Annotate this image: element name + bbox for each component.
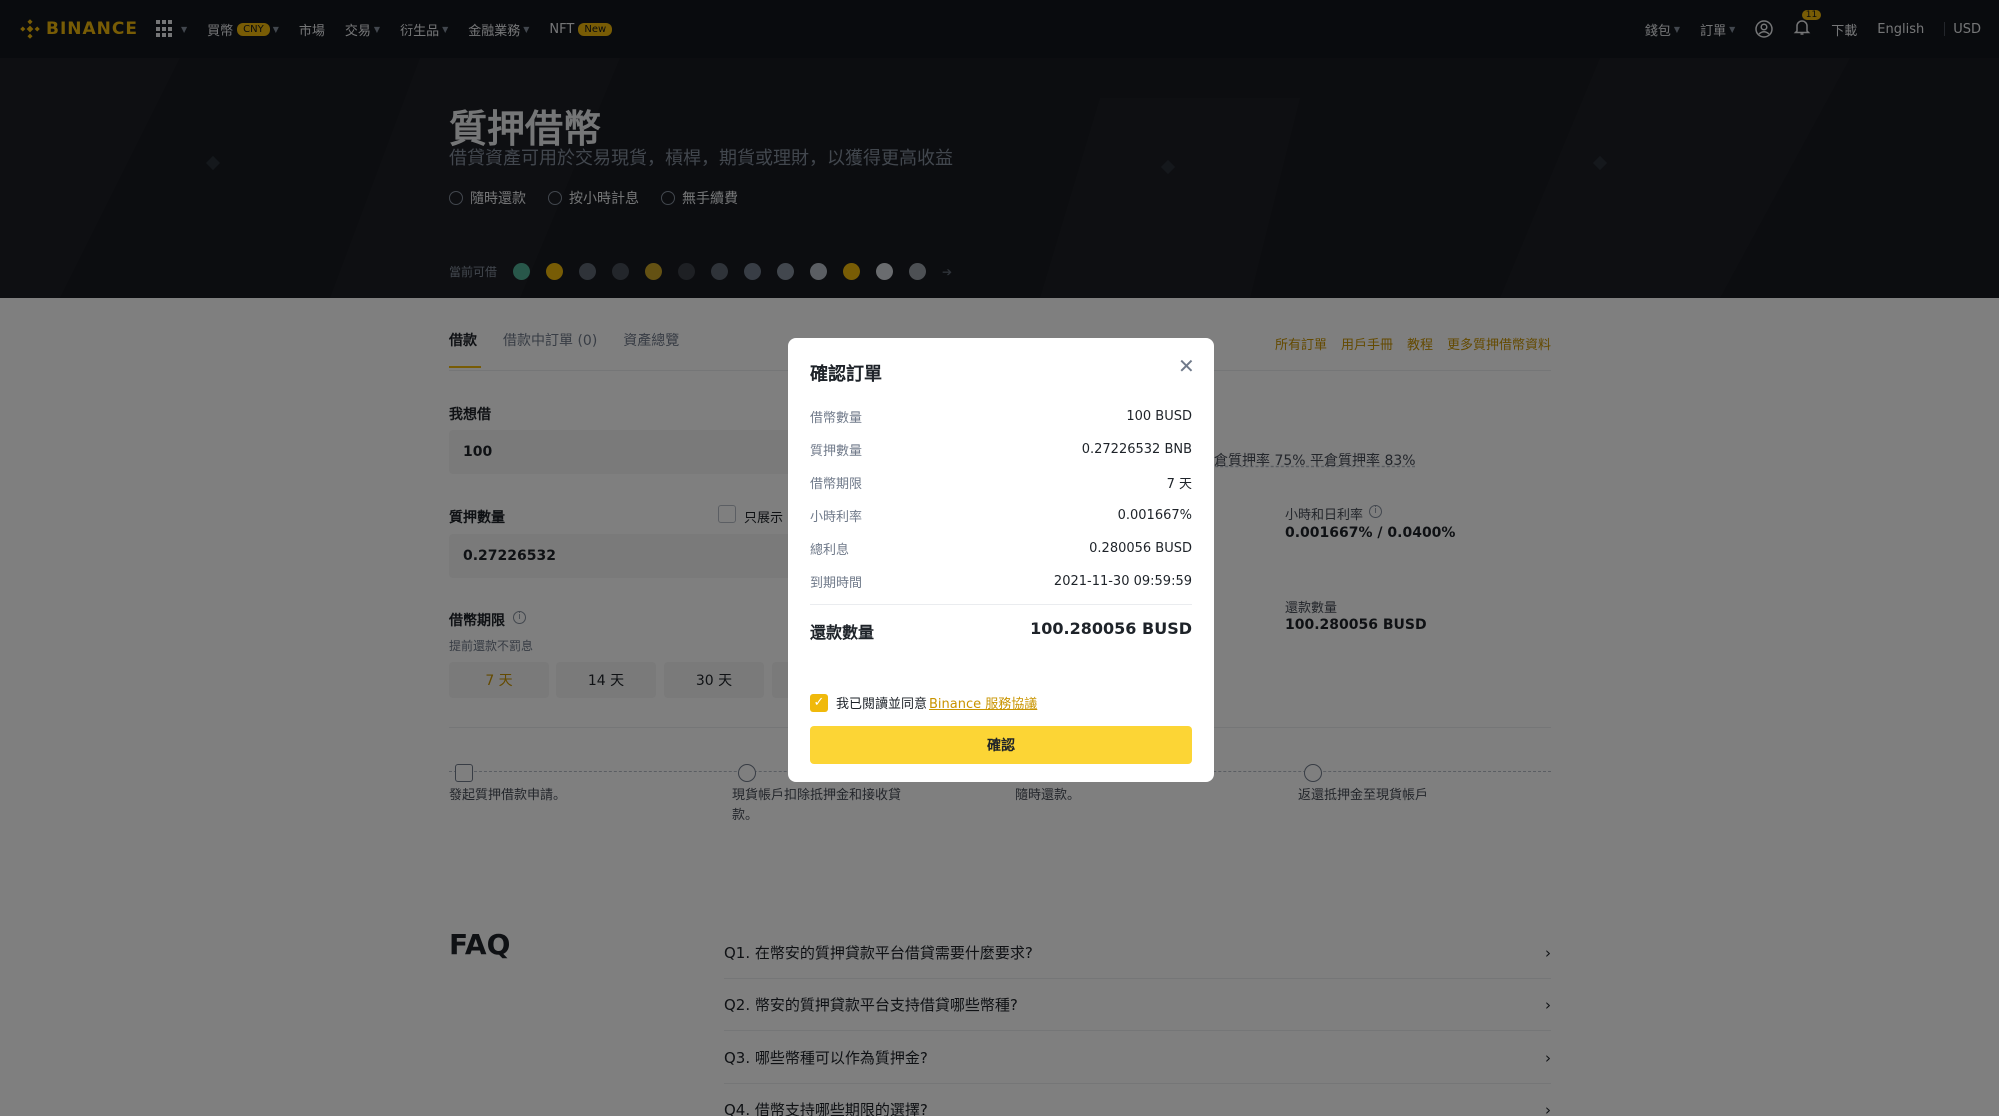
total-label: 還款數量 [810,623,875,642]
detail-label: 借幣期限 [810,477,863,492]
detail-value: 2021-11-30 09:59:59 [1053,574,1192,589]
order-details: 借幣數量 100 BUSD 質押數量 0.27226532 BNB 借幣期限 7… [810,400,1192,605]
detail-row: 借幣數量 100 BUSD [810,400,1192,433]
agree-text: 我已閱讀並同意 [836,697,928,712]
confirm-order-dialog: 確認訂單 ✕ 借幣數量 100 BUSD 質押數量 0.27226532 BNB… [788,338,1214,782]
detail-value: 0.27226532 BNB [1081,442,1192,457]
repayment-total: 還款數量 100.280056 BUSD [810,619,1192,643]
confirm-button[interactable]: 確認 [810,726,1192,764]
detail-label: 借幣數量 [810,411,863,426]
detail-label: 小時利率 [810,510,863,525]
service-agreement-link[interactable]: Binance 服務協議 [929,693,1037,712]
detail-value: 100 BUSD [1126,409,1192,424]
detail-row: 小時利率 0.001667% [810,499,1192,532]
detail-value: 7 天 [1166,477,1192,492]
agree-checkbox[interactable]: ✓ [810,693,828,712]
detail-row: 借幣期限 7 天 [810,466,1192,499]
detail-label: 總利息 [810,543,850,558]
detail-label: 質押數量 [810,444,863,459]
detail-row: 總利息 0.280056 BUSD [810,532,1192,565]
dialog-title: 確認訂單 [810,364,882,385]
detail-row: 質押數量 0.27226532 BNB [810,433,1192,466]
detail-row: 到期時間 2021-11-30 09:59:59 [810,565,1192,598]
detail-value: 0.280056 BUSD [1089,541,1192,556]
total-value: 100.280056 BUSD [1030,619,1192,638]
agreement-row: ✓ 我已閱讀並同意 Binance 服務協議 [810,693,1192,712]
detail-value: 0.001667% [1117,508,1192,523]
detail-label: 到期時間 [810,576,863,591]
close-icon[interactable]: ✕ [1178,356,1195,376]
